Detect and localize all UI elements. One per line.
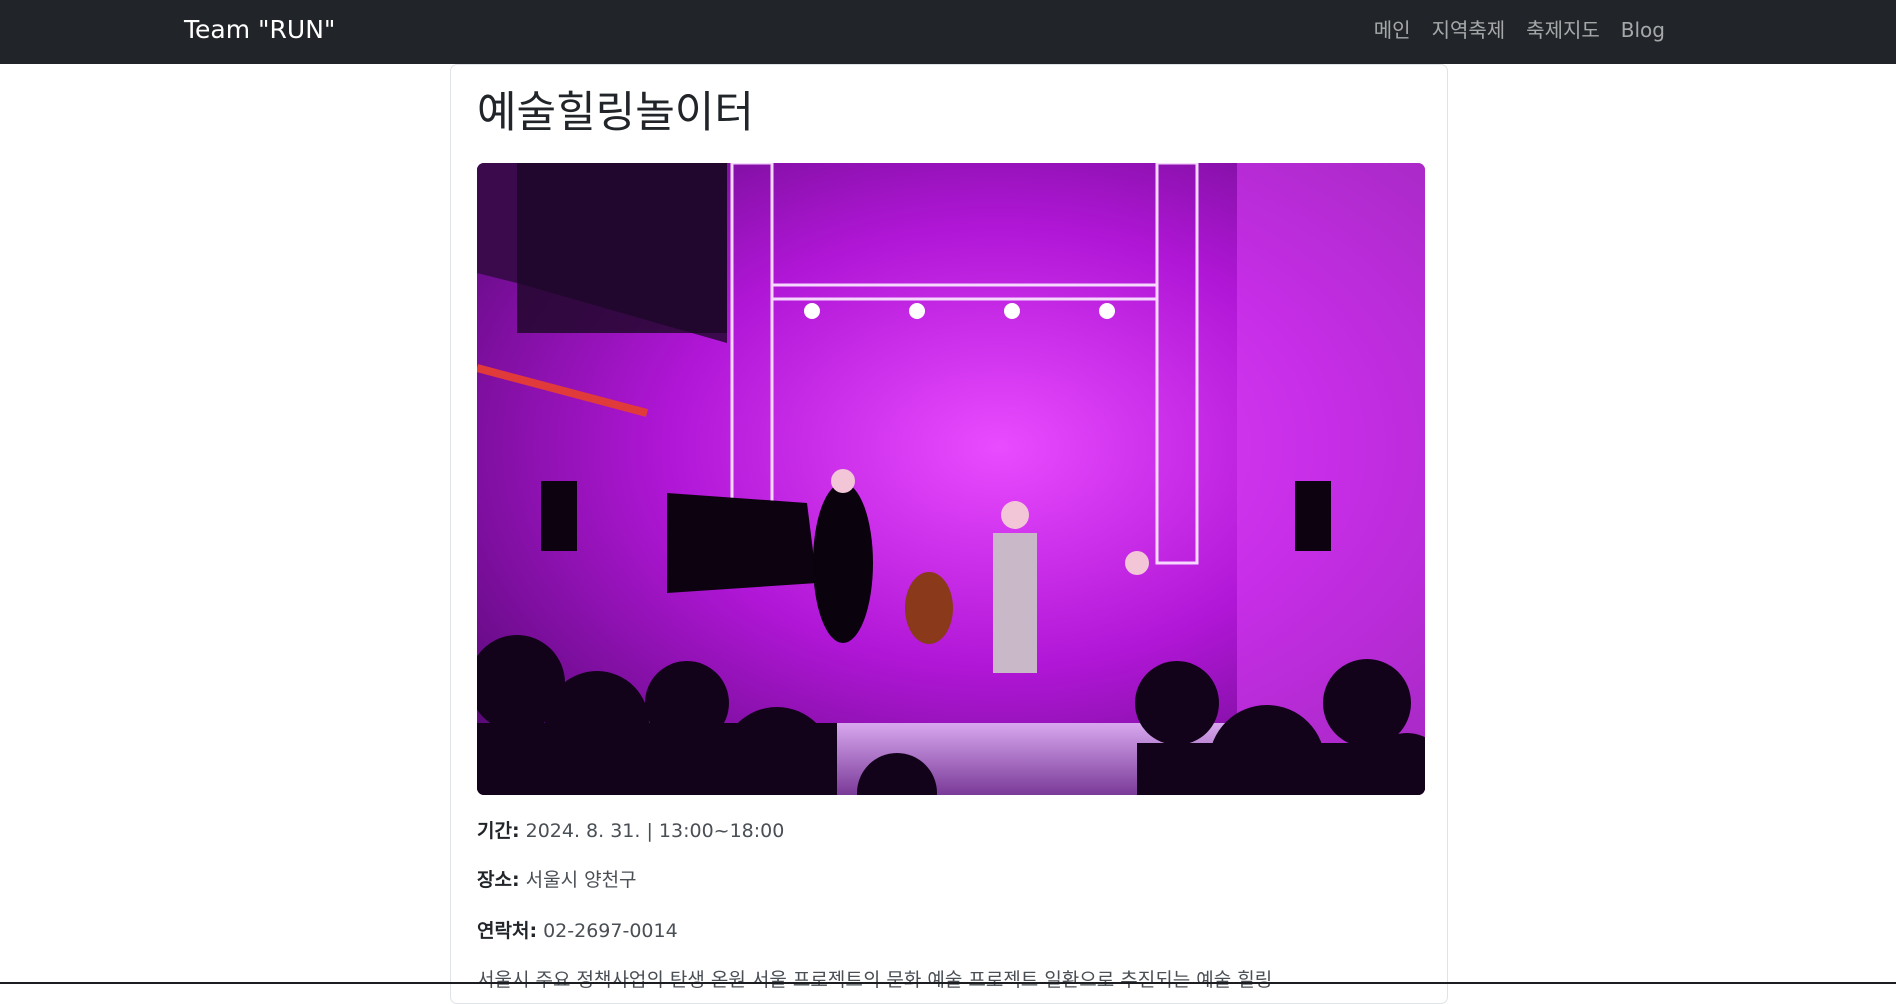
period-label: 기간:: [477, 820, 520, 842]
period-row: 기간: 2024. 8. 31. | 13:00~18:00: [477, 818, 784, 844]
location-value: 서울시 양천구: [525, 869, 637, 891]
nav-links: 메인 지역축제 축제지도 Blog: [1374, 14, 1665, 46]
festival-photo: [477, 163, 1425, 795]
nav-link-regional-festivals[interactable]: 지역축제: [1432, 14, 1506, 46]
contact-label: 연락처:: [477, 920, 538, 942]
brand-link[interactable]: Team "RUN": [184, 14, 335, 46]
nav-link-main[interactable]: 메인: [1374, 14, 1411, 46]
contact-value: 02-2697-0014: [543, 920, 678, 942]
festival-description: 서울시 주요 정책사업의 탄생 온원 서울 프로젝트의 문화 예술 프로젝트 일…: [477, 969, 1273, 991]
concert-stage-image: [477, 163, 1425, 795]
nav-link-festival-map[interactable]: 축제지도: [1526, 14, 1600, 46]
location-label: 장소:: [477, 869, 520, 891]
period-value: 2024. 8. 31. | 13:00~18:00: [525, 820, 785, 842]
top-navbar: Team "RUN" 메인 지역축제 축제지도 Blog: [0, 0, 1896, 64]
festival-detail-card: 예술힐링놀이터 기간: 2024. 8. 31. | 13:00~18:00 장…: [450, 64, 1448, 1004]
location-row: 장소: 서울시 양천구: [477, 867, 637, 893]
nav-link-blog[interactable]: Blog: [1621, 14, 1665, 46]
festival-title: 예술힐링놀이터: [477, 88, 754, 138]
contact-row: 연락처: 02-2697-0014: [477, 918, 678, 944]
